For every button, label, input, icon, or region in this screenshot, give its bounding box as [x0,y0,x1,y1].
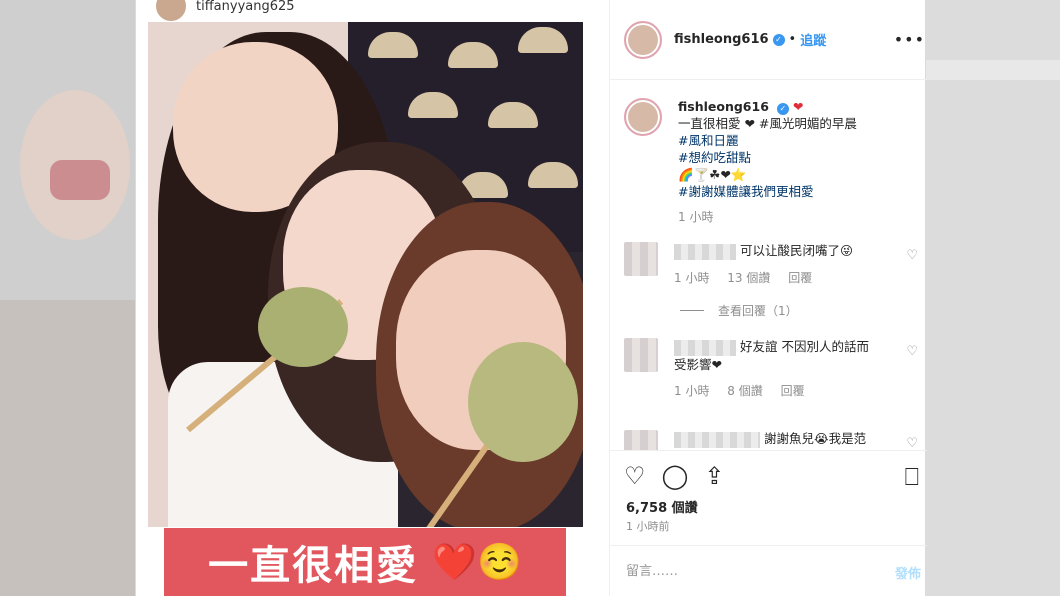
comment-like-icon[interactable]: ♡ [906,344,918,359]
comment-input[interactable] [626,563,866,579]
comment-item: 謝謝魚兒😭我是范 ♡ [624,430,924,450]
caption-body: fishleong616 ✓ ❤ 一直很相愛 ❤ #風光明媚的早晨 #風和日麗 … [678,98,857,226]
verified-badge-icon: ✓ [776,102,789,115]
verified-badge-icon: ✓ [772,33,785,46]
comment-like-icon[interactable]: ♡ [906,436,918,450]
likes-count[interactable]: 6,758 個讚 [626,497,698,516]
bookmark-icon[interactable]: ⎕ [905,463,919,491]
photo-caption-text: 一直很相愛 [208,543,419,589]
hashtag[interactable]: #風和日麗 [678,132,857,149]
comment-meta: 1 小時 13 個讚 回覆 [674,270,874,287]
comment-avatar-pixelated[interactable] [624,430,658,450]
photo-caption-banner: 一直很相愛 ❤️☺️ [164,528,566,596]
comment-bubble-icon[interactable]: ◯ [662,464,689,488]
blurred-strip [926,60,1060,80]
original-poster-username[interactable]: tiffanyyang625 [196,0,295,14]
more-options-icon[interactable]: ••• [894,30,925,49]
follow-button[interactable]: 追蹤 [800,30,826,49]
comment-item: 好友誼 不因別人的話而受影響❤ 1 小時 8 個讚 回覆 ♡ [624,338,924,400]
heart-emoji: ❤ [792,99,804,114]
original-poster-avatar[interactable] [154,0,188,23]
add-comment-bar: 發佈 [610,545,927,596]
comment-avatar-pixelated[interactable] [624,242,658,276]
comment-text: 謝謝魚兒😭我是范 [763,431,867,446]
post-timestamp[interactable]: 1 小時前 [626,518,670,534]
blurred-shape [0,300,135,596]
post-header: fishleong616 ✓ • 追蹤 ••• [610,0,927,80]
fan-shape [488,102,538,128]
caption-avatar[interactable] [624,98,662,136]
comment-time[interactable]: 1 小時 [674,271,709,285]
comment-item: 可以让酸民闭嘴了😜 1 小時 13 個讚 回覆 ♡ [624,242,924,287]
blurred-background-left [0,0,135,596]
fan-shape [448,42,498,68]
poster-username[interactable]: fishleong616 [674,32,769,47]
fried-snack-left [258,287,348,367]
pixelated-username[interactable] [674,431,760,448]
comment-avatar-pixelated[interactable] [624,338,658,372]
share-icon[interactable]: ⇪ [704,464,724,488]
instagram-post-card: tiffanyyang625 一直很相愛 ❤️☺️ fishleong616 ✓… [135,0,927,596]
like-heart-icon[interactable]: ♡ [624,464,646,488]
hashtag[interactable]: #想約吃甜點 [678,149,857,166]
hashtag[interactable]: #謝謝媒體讓我們更相愛 [678,183,857,200]
reply-button[interactable]: 回覆 [788,271,812,285]
post-caption: fishleong616 ✓ ❤ 一直很相愛 ❤ #風光明媚的早晨 #風和日麗 … [624,98,857,226]
photo-caption-emojis: ❤️☺️ [432,542,522,583]
post-image-column: tiffanyyang625 一直很相愛 ❤️☺️ [136,0,610,596]
publish-button[interactable]: 發佈 [895,563,921,582]
caption-emojis: 🌈🍸☘❤⭐ [678,167,747,182]
post-sidebar: fishleong616 ✓ • 追蹤 ••• fishleong616 ✓ ❤… [610,0,927,596]
pixelated-username[interactable] [674,243,736,260]
pixelated-username[interactable] [674,339,736,356]
fan-shape [408,92,458,118]
comment-body: 好友誼 不因別人的話而受影響❤ 1 小時 8 個讚 回覆 [674,338,874,400]
post-photo[interactable] [148,22,583,527]
comment-likes[interactable]: 13 個讚 [727,271,770,285]
separator-dot: • [788,32,797,47]
comment-like-icon[interactable]: ♡ [906,248,918,263]
fried-snack-right [468,342,578,462]
caption-username[interactable]: fishleong616 [678,99,769,114]
comment-meta: 1 小時 8 個讚 回覆 [674,383,874,400]
blurred-heart [50,160,110,200]
comment-body: 可以让酸民闭嘴了😜 1 小時 13 個讚 回覆 [674,242,874,287]
caption-line: 一直很相愛 ❤ #風光明媚的早晨 [678,116,857,131]
fan-shape [368,32,418,58]
comments-scroll-area[interactable]: fishleong616 ✓ ❤ 一直很相愛 ❤ #風光明媚的早晨 #風和日麗 … [610,80,927,450]
fan-shape [518,27,568,53]
fan-shape [528,162,578,188]
reply-divider-line [680,310,704,311]
post-actions-bar: ♡ ◯ ⇪ ⎕ [610,450,927,500]
caption-time[interactable]: 1 小時 [678,209,857,226]
comment-likes[interactable]: 8 個讚 [727,384,762,398]
original-poster[interactable]: tiffanyyang625 [154,0,295,23]
comment-body: 謝謝魚兒😭我是范 [674,430,874,450]
view-replies-button[interactable]: 查看回覆（1） [680,302,798,319]
blurred-background-right [926,0,1060,596]
comment-text: 可以让酸民闭嘴了😜 [739,243,854,258]
comment-time[interactable]: 1 小時 [674,384,709,398]
poster-avatar[interactable] [624,20,662,59]
view-replies-label[interactable]: 查看回覆（1） [718,302,798,319]
reply-button[interactable]: 回覆 [781,384,805,398]
